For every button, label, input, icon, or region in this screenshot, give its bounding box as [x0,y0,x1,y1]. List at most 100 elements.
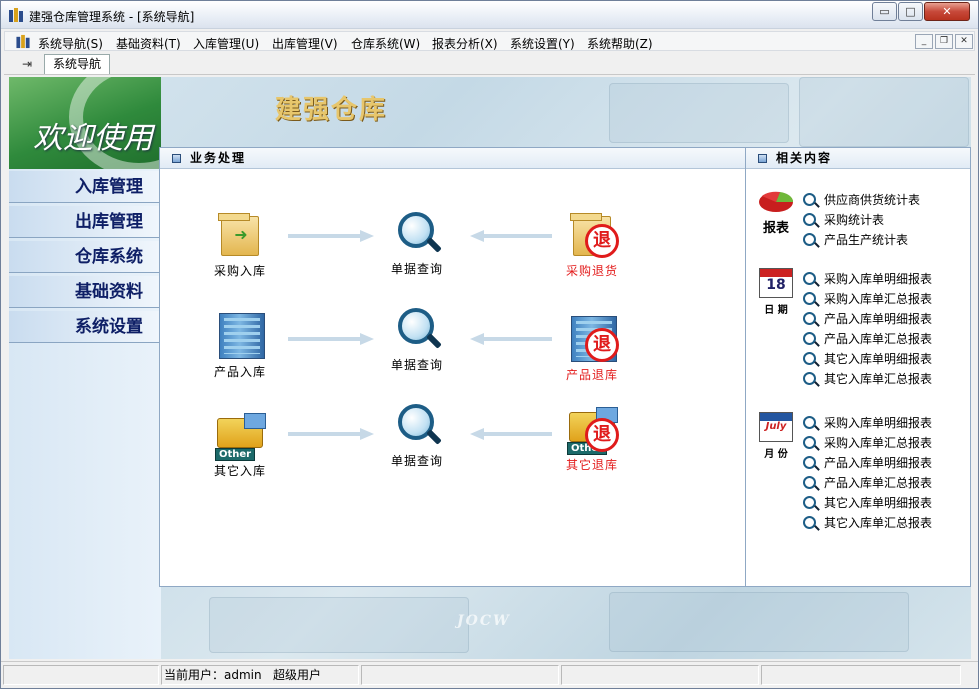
link-purchase-stats[interactable]: 采购统计表 [803,211,884,228]
menu-settings[interactable]: 系统设置(Y) [510,35,575,52]
link-report[interactable]: 采购入库单汇总报表 [803,434,932,451]
purchase-return-node[interactable]: 退 采购退货 [552,210,632,279]
menu-warehouse[interactable]: 仓库系统(W) [351,35,420,52]
magnifier-icon [392,304,442,354]
link-report[interactable]: 采购入库单汇总报表 [803,290,932,307]
mdi-close-button[interactable]: ✕ [955,34,973,49]
purchase-inbound-node[interactable]: ➜ 采购入库 [200,210,280,279]
link-report[interactable]: 其它入库单明细报表 [803,350,932,367]
magnifier-icon [803,312,816,325]
related-panel-header: 相关内容 [746,148,970,169]
document-query-node-1[interactable]: 单据查询 [377,208,457,277]
menu-system-nav[interactable]: 系统导航(S) [38,35,103,52]
menu-reports[interactable]: 报表分析(X) [432,35,498,52]
sidebar-item-inbound[interactable]: 入库管理 [9,171,159,203]
document-query-node-2[interactable]: 单据查询 [377,304,457,373]
flow-arrow-right [288,428,374,440]
calendar-day-label: 日 期 [764,305,788,316]
close-button[interactable]: ✕ [924,2,970,21]
link-label: 其它入库单明细报表 [824,352,933,366]
link-report[interactable]: 其它入库单汇总报表 [803,514,932,531]
sidebar-item-outbound[interactable]: 出库管理 [9,206,159,238]
magnifier-icon [803,332,816,345]
other-inbound-label: 其它入库 [213,464,266,478]
document-query-node-3[interactable]: 单据查询 [377,400,457,469]
link-label: 产品生产统计表 [824,233,909,247]
background-banknote [609,592,909,652]
link-report[interactable]: 产品入库单明细报表 [803,454,932,471]
purchase-return-label: 采购退货 [565,264,618,278]
tab-system-nav[interactable]: 系统导航 [44,54,110,74]
return-stamp-icon: 退 [585,224,619,258]
sidebar-item-settings[interactable]: 系统设置 [9,311,159,343]
watermark-text: JOCW [457,613,511,629]
magnifier-icon [392,208,442,258]
flow-arrow-right [288,333,374,345]
product-inbound-node[interactable]: 产品入库 [200,311,280,380]
flow-arrow-left [470,230,552,242]
magnifier-icon [803,496,816,509]
mdi-restore-button[interactable]: ❐ [935,34,953,49]
other-return-node[interactable]: Other 退 其它退库 [552,404,632,473]
truck-icon: Other [215,410,266,461]
related-panel: 相关内容 报表 供应商供货统计表 采购统计表 产品生产统计表 18 日 期 采购… [745,147,971,587]
link-label: 采购入库单汇总报表 [824,292,933,306]
link-supplier-stats[interactable]: 供应商供货统计表 [803,191,920,208]
flow-arrow-left [470,428,552,440]
business-panel-title: 业务处理 [190,151,247,165]
minimize-button[interactable]: ▭ [872,2,897,21]
link-label: 供应商供货统计表 [824,193,921,207]
status-cell-empty [361,665,559,685]
folder-inbound-icon: ➜ [215,210,265,260]
maximize-button[interactable]: □ [898,2,923,21]
building-icon [215,311,265,361]
link-label: 产品入库单汇总报表 [824,332,933,346]
app-window: 建强仓库管理系统 - [系统导航] ▭ □ ✕ 系统导航(S) 基础资料(T) … [0,0,979,689]
menu-help[interactable]: 系统帮助(Z) [587,35,653,52]
return-stamp-icon: 退 [585,418,619,452]
link-label: 产品入库单明细报表 [824,456,933,470]
mdi-minimize-button[interactable]: _ [915,34,933,49]
status-current-user: 当前用户：admin 超级用户 [161,665,359,685]
document-query-label: 单据查询 [390,262,443,276]
menu-outbound[interactable]: 出库管理(V) [272,35,338,52]
sidebar-item-warehouse[interactable]: 仓库系统 [9,241,159,273]
product-return-node[interactable]: 退 产品退库 [552,314,632,383]
report-icon-label: 报表 [762,221,789,236]
link-report[interactable]: 采购入库单明细报表 [803,414,932,431]
status-cell-empty [3,665,159,685]
app-menu-icon[interactable] [15,34,31,49]
link-production-stats[interactable]: 产品生产统计表 [803,231,908,248]
main-content: 欢迎使用 建强仓库 入库管理 出库管理 仓库系统 基础资料 系统设置 业务处理 … [9,77,971,659]
calendar-day-number: 18 [766,277,786,293]
link-report[interactable]: 产品入库单汇总报表 [803,330,932,347]
status-bar: 当前用户：admin 超级用户 [1,661,978,688]
window-title: 建强仓库管理系统 - [系统导航] [29,10,195,24]
truck-return-icon: Other 退 [567,404,619,455]
folder-return-icon: 退 [567,210,619,260]
menu-basic-data[interactable]: 基础资料(T) [116,35,181,52]
exit-door-icon[interactable]: ⇥ [18,56,36,72]
brand-logo-text: 建强仓库 [275,95,388,125]
link-report[interactable]: 其它入库单明细报表 [803,494,932,511]
link-report[interactable]: 采购入库单明细报表 [803,270,932,287]
other-inbound-node[interactable]: Other 其它入库 [200,410,280,479]
magnifier-icon [803,292,816,305]
magnifier-icon [803,233,816,246]
title-bar[interactable]: 建强仓库管理系统 - [系统导航] ▭ □ ✕ [1,1,978,29]
magnifier-icon [803,372,816,385]
link-report[interactable]: 其它入库单汇总报表 [803,370,932,387]
document-query-label: 单据查询 [390,454,443,468]
magnifier-icon [803,476,816,489]
business-panel-header: 业务处理 [160,148,745,169]
sidebar-item-basic-data[interactable]: 基础资料 [9,276,159,308]
flow-arrow-left [470,333,552,345]
pie-chart-icon [759,191,794,212]
building-return-icon: 退 [567,314,619,364]
link-report[interactable]: 产品入库单明细报表 [803,310,932,327]
calendar-month-name: July [765,421,787,432]
other-tag: Other [215,448,256,461]
menu-inbound[interactable]: 入库管理(U) [193,35,259,52]
link-report[interactable]: 产品入库单汇总报表 [803,474,932,491]
magnifier-icon [803,193,816,206]
